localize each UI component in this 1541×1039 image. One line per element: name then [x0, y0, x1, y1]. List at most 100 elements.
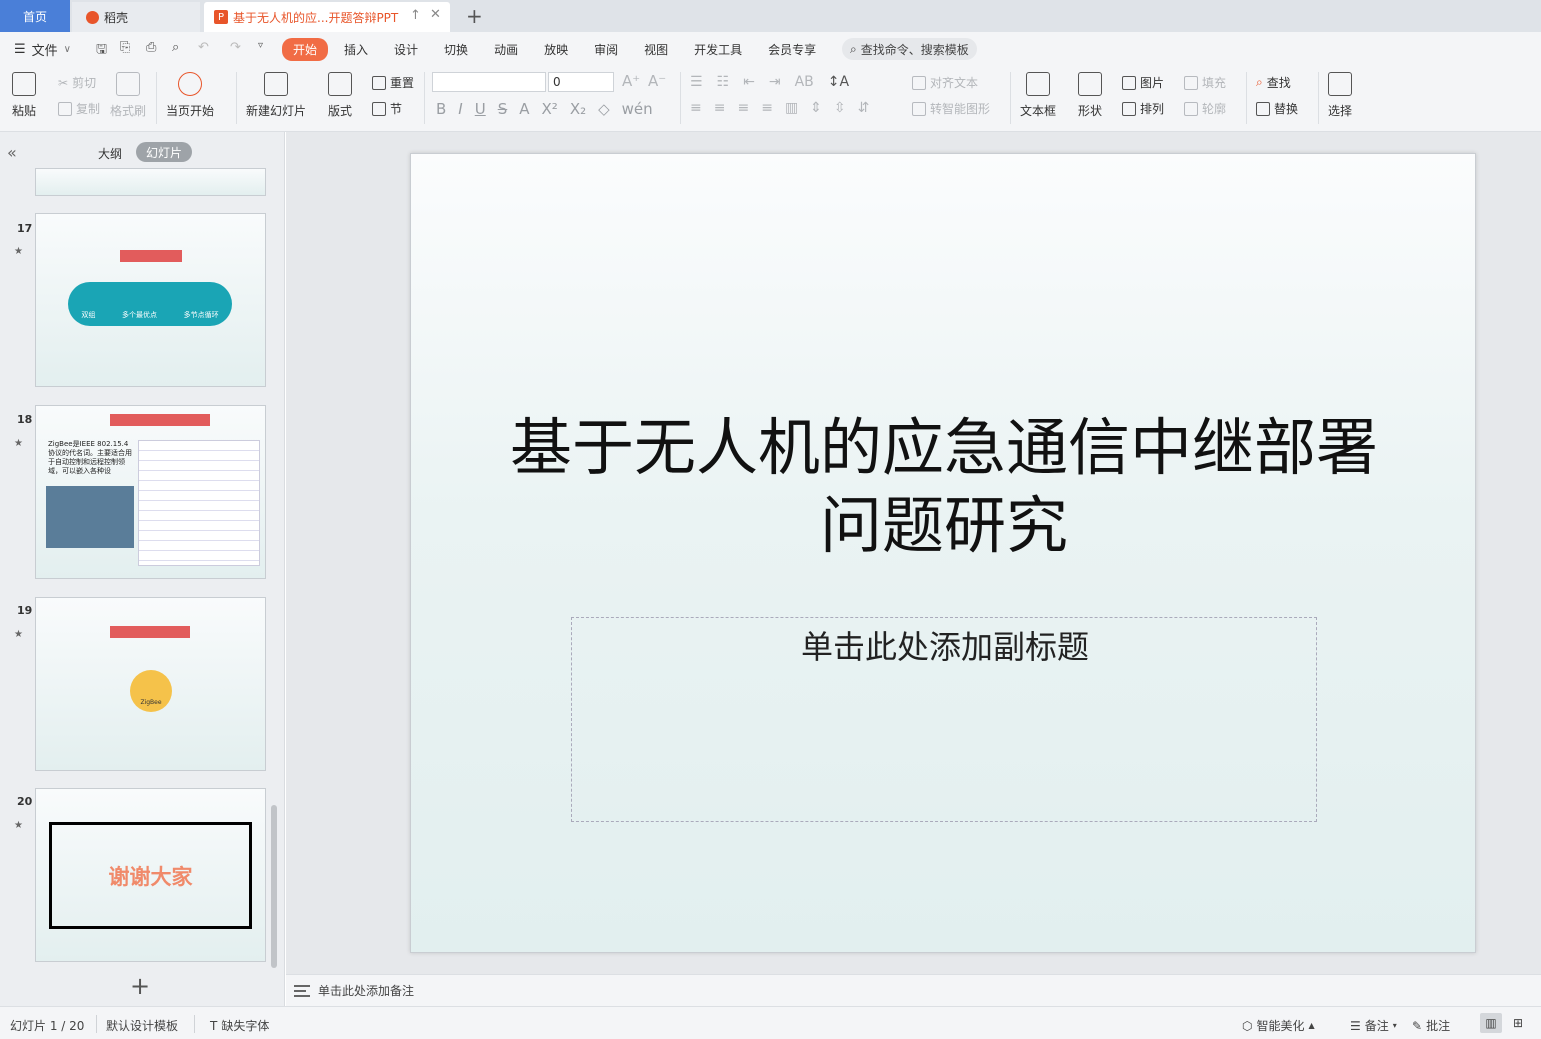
preview-icon[interactable]: ⌕ — [172, 40, 179, 55]
shape-button[interactable]: 形状 — [1078, 72, 1102, 119]
increase-font-icon[interactable]: A⁺ — [622, 72, 640, 90]
slide-thumbnail-19[interactable]: ZigBee — [35, 597, 266, 771]
align-left-icon[interactable]: ≡ — [690, 100, 702, 116]
align-text-button[interactable]: 对齐文本 — [912, 74, 978, 91]
tab-member[interactable]: 会员专享 — [758, 38, 826, 61]
decrease-font-icon[interactable]: A⁻ — [648, 72, 666, 90]
layout-button[interactable]: 版式 — [328, 72, 352, 119]
numbered-list-icon[interactable]: ☷ — [717, 74, 730, 90]
template-name[interactable]: 默认设计模板 — [106, 1017, 178, 1034]
distribute-icon[interactable]: ▥ — [785, 100, 798, 116]
text-dir-icon[interactable]: AB — [795, 74, 814, 90]
strike-icon[interactable]: S — [498, 100, 508, 118]
find-button[interactable]: ⌕ 查找 — [1256, 74, 1291, 91]
close-icon[interactable]: ✕ — [430, 7, 441, 22]
outline-button[interactable]: 轮廓 — [1184, 100, 1226, 117]
scissors-icon: ✂ — [58, 75, 69, 90]
current-slide[interactable]: 基于无人机的应急通信中继部署问题研究 单击此处添加副标题 — [410, 153, 1476, 953]
divider — [96, 1015, 97, 1033]
add-slide-icon[interactable]: + — [130, 972, 150, 1000]
file-menu[interactable]: ☰ 文件 ∨ — [14, 40, 71, 59]
file-menu-label: 文件 — [31, 44, 58, 59]
chevron-down-icon: ∨ — [63, 44, 71, 55]
save-icon[interactable]: 🖫 — [96, 40, 107, 62]
tab-document[interactable]: P 基于无人机的应...开题答辩PPT ↑ ✕ — [204, 2, 450, 32]
customize-icon[interactable]: ▿ — [258, 40, 263, 51]
missing-font-button[interactable]: T 缺失字体 — [210, 1017, 269, 1034]
new-tab-icon[interactable]: + — [466, 4, 483, 28]
brush-icon — [116, 72, 140, 96]
reset-button[interactable]: 重置 — [372, 74, 414, 91]
format-painter-button[interactable]: 格式刷 — [110, 72, 146, 119]
tab-transition[interactable]: 切换 — [434, 38, 478, 61]
superscript-icon[interactable]: X² — [542, 100, 558, 118]
outdent-icon[interactable]: ⇤ — [743, 74, 755, 90]
tab-daoke[interactable]: 稻壳 — [72, 2, 200, 32]
font-family-select[interactable] — [432, 72, 546, 92]
col-spacing-icon[interactable]: ⇕ — [810, 100, 822, 116]
font-size-select[interactable]: 0 — [548, 72, 614, 92]
slide-thumbnail[interactable] — [35, 168, 266, 196]
collapse-icon[interactable]: « — [7, 143, 17, 162]
eraser-icon[interactable]: ◇ — [598, 100, 610, 118]
slides-view-tab[interactable]: 幻灯片 — [136, 142, 192, 162]
bold-icon[interactable]: B — [436, 100, 446, 118]
divider — [194, 1015, 195, 1033]
from-current-button[interactable]: 当页开始 — [166, 72, 214, 119]
font-color-icon[interactable]: A — [519, 100, 529, 118]
para-spacing-icon[interactable]: ⇳ — [834, 100, 846, 116]
replace-button[interactable]: 替换 — [1256, 100, 1298, 117]
normal-view-icon[interactable]: ▥ — [1480, 1013, 1502, 1033]
underline-icon[interactable]: U — [475, 100, 486, 118]
fill-button[interactable]: 填充 — [1184, 74, 1226, 91]
cut-button[interactable]: ✂ 剪切 — [58, 74, 96, 91]
align-right-icon[interactable]: ≡ — [737, 100, 749, 116]
slide-thumbnail-18[interactable]: ZigBee是IEEE 802.15.4协议的代名词。主要适合用于自动控制和远程… — [35, 405, 266, 579]
justify-icon[interactable]: ≡ — [761, 100, 773, 116]
picture-button[interactable]: 图片 — [1122, 74, 1164, 91]
redo-icon[interactable]: ↷ — [230, 40, 241, 55]
bullet-list-icon[interactable]: ☰ — [690, 74, 703, 90]
tab-view[interactable]: 视图 — [634, 38, 678, 61]
indent-icon[interactable]: ⇥ — [769, 74, 781, 90]
tab-slideshow[interactable]: 放映 — [534, 38, 578, 61]
select-button[interactable]: 选择 — [1328, 72, 1352, 119]
italic-icon[interactable]: I — [458, 100, 462, 118]
command-search[interactable]: ⌕ 查找命令、搜索模板 — [842, 38, 977, 60]
comments-button[interactable]: ✎ 批注 — [1412, 1017, 1450, 1034]
tab-animation[interactable]: 动画 — [484, 38, 528, 61]
export-icon[interactable]: ⎘ — [120, 40, 130, 55]
align-center-icon[interactable]: ≡ — [714, 100, 726, 116]
slide-thumbnail-17[interactable]: 双组 多个最优点 多节点循环 — [35, 213, 266, 387]
sorter-view-icon[interactable]: ⊞ — [1507, 1013, 1529, 1033]
beautify-button[interactable]: ⬡ 智能美化 ▲ — [1242, 1017, 1315, 1034]
section-button[interactable]: 节 — [372, 100, 402, 117]
slide-thumbnail-20[interactable]: 谢谢大家 — [35, 788, 266, 962]
tab-home[interactable]: 首页 — [0, 0, 70, 32]
line-spacing-icon[interactable]: ↕A — [828, 74, 849, 90]
textbox-button[interactable]: 文本框 — [1020, 72, 1056, 119]
pin-icon[interactable]: ↑ — [410, 8, 421, 23]
tab-design[interactable]: 设计 — [384, 38, 428, 61]
notes-toggle-button[interactable]: ☰ 备注 ▾ — [1350, 1017, 1397, 1034]
para-icon[interactable]: ⇵ — [858, 100, 870, 116]
pinyin-icon[interactable]: wén — [622, 100, 653, 118]
subtitle-placeholder[interactable]: 单击此处添加副标题 — [571, 617, 1317, 822]
smartart-button[interactable]: 转智能图形 — [912, 100, 990, 117]
copy-button[interactable]: 复制 — [58, 100, 100, 117]
outline-view-tab[interactable]: 大纲 — [98, 145, 122, 162]
print-icon[interactable]: ⎙ — [146, 40, 156, 55]
undo-icon[interactable]: ↶ — [198, 40, 209, 55]
paste-button[interactable]: 粘贴 — [12, 72, 36, 119]
tab-start[interactable]: 开始 — [282, 38, 329, 61]
tab-developer[interactable]: 开发工具 — [684, 38, 752, 61]
notes-bar[interactable]: 单击此处添加备注 — [286, 974, 1541, 1006]
panel-scrollbar[interactable] — [271, 805, 277, 968]
slide-title[interactable]: 基于无人机的应急通信中继部署问题研究 — [501, 409, 1387, 565]
tab-insert[interactable]: 插入 — [334, 38, 378, 61]
arrange-button[interactable]: 排列 — [1122, 100, 1164, 117]
new-slide-button[interactable]: 新建幻灯片 — [246, 72, 306, 119]
tab-review[interactable]: 审阅 — [584, 38, 628, 61]
divider — [680, 72, 681, 124]
subscript-icon[interactable]: X₂ — [570, 100, 586, 118]
